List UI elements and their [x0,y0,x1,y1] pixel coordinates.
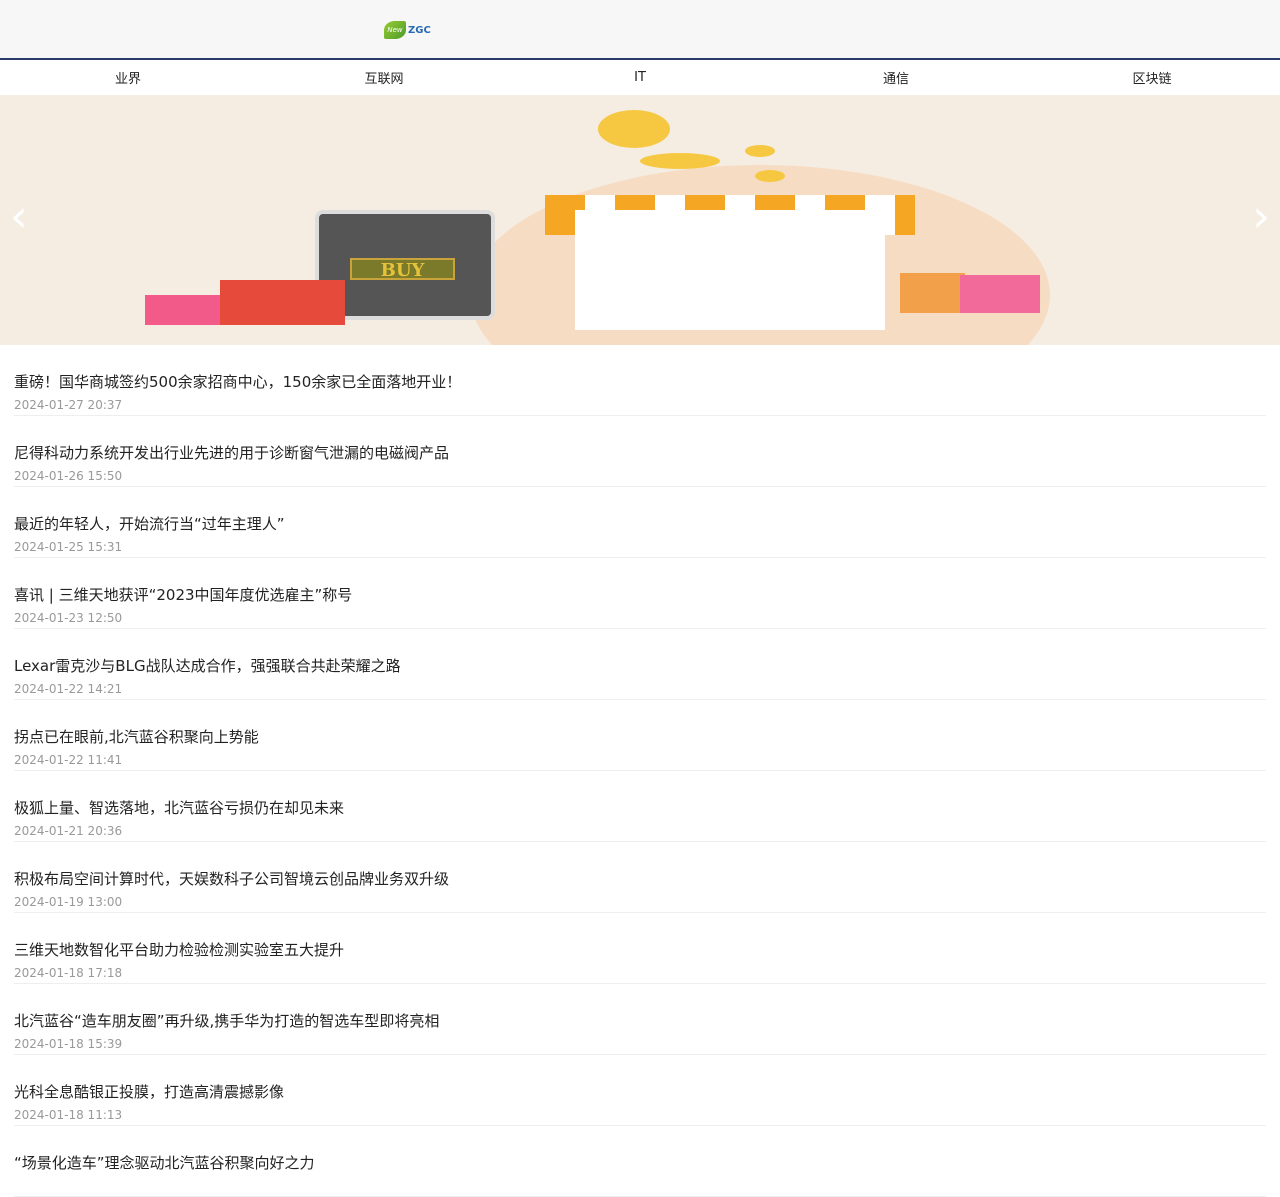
shopping-bag-icon [960,275,1040,313]
article-title[interactable]: Lexar雷克沙与BLG战队达成合作，强强联合共赴荣耀之路 [14,656,1266,676]
article-date: 2024-01-18 17:18 [14,966,123,980]
article-title[interactable]: 尼得科动力系统开发出行业先进的用于诊断窗气泄漏的电磁阀产品 [14,443,1266,463]
nav-item-it[interactable]: IT [512,70,768,85]
article-date: 2024-01-26 15:50 [14,469,123,483]
nav-item-industry[interactable]: 业界 [0,68,256,87]
coin-icon [755,170,785,182]
nav-item-blockchain[interactable]: 区块链 [1024,68,1280,87]
article-date: 2024-01-25 15:31 [14,540,123,554]
article-item[interactable]: 尼得科动力系统开发出行业先进的用于诊断窗气泄漏的电磁阀产品 2024-01-26 … [14,416,1266,487]
coin-icon [640,153,720,169]
article-date: 2024-01-22 14:21 [14,682,123,696]
logo-text: ZGC [408,24,431,36]
article-title[interactable]: 重磅！国华商城签约500余家招商中心，150余家已全面落地开业！ [14,372,1266,392]
article-list: 重磅！国华商城签约500余家招商中心，150余家已全面落地开业！ 2024-01-… [0,345,1280,1197]
nav-item-internet[interactable]: 互联网 [256,68,512,87]
article-date: 2024-01-19 13:00 [14,895,123,909]
logo-leaf-icon: New [384,21,406,39]
category-nav: 业界 互联网 IT 通信 区块链 [0,60,1280,95]
shopping-bag-icon [900,273,965,313]
nav-item-telecom[interactable]: 通信 [768,68,1024,87]
article-title[interactable]: 最近的年轻人，开始流行当“过年主理人” [14,514,1266,534]
article-item[interactable]: Lexar雷克沙与BLG战队达成合作，强强联合共赴荣耀之路 2024-01-22 … [14,629,1266,700]
article-item[interactable]: 最近的年轻人，开始流行当“过年主理人” 2024-01-25 15:31 [14,487,1266,558]
site-logo[interactable]: New ZGC [384,20,452,40]
coin-icon [598,110,670,148]
article-item[interactable]: 北汽蓝谷“造车朋友圈”再升级,携手华为打造的智选车型即将亮相 2024-01-18… [14,984,1266,1055]
article-date: 2024-01-21 20:36 [14,824,123,838]
article-date: 2024-01-18 11:13 [14,1108,123,1122]
article-item[interactable]: 积极布局空间计算时代，天娱数科子公司智境云创品牌业务双升级 2024-01-19 … [14,842,1266,913]
prev-slide-button[interactable]: ‹ [10,195,28,239]
article-item[interactable]: “场景化造车”理念驱动北汽蓝谷积聚向好之力 [14,1126,1266,1197]
banner-carousel[interactable]: BUY ‹ › [0,95,1280,345]
article-title[interactable]: 拐点已在眼前,北汽蓝谷积聚向上势能 [14,727,1266,747]
gift-icon [220,280,345,325]
article-date: 2024-01-18 15:39 [14,1037,123,1051]
article-title[interactable]: 极狐上量、智选落地，北汽蓝谷亏损仍在却见未来 [14,798,1266,818]
article-item[interactable]: 光科全息酷银正投膜，打造高清震撼影像 2024-01-18 11:13 [14,1055,1266,1126]
buy-sign: BUY [350,258,455,281]
article-item[interactable]: 重磅！国华商城签约500余家招商中心，150余家已全面落地开业！ 2024-01-… [14,345,1266,416]
header: New ZGC [0,0,1280,60]
article-item[interactable]: 极狐上量、智选落地，北汽蓝谷亏损仍在却见未来 2024-01-21 20:36 [14,771,1266,842]
article-title[interactable]: 北汽蓝谷“造车朋友圈”再升级,携手华为打造的智选车型即将亮相 [14,1011,1266,1031]
article-date: 2024-01-27 20:37 [14,398,123,412]
article-item[interactable]: 喜讯 | 三维天地获评“2023中国年度优选雇主”称号 2024-01-23 12… [14,558,1266,629]
article-title[interactable]: 三维天地数智化平台助力检验检测实验室五大提升 [14,940,1266,960]
article-title[interactable]: 喜讯 | 三维天地获评“2023中国年度优选雇主”称号 [14,585,1266,605]
article-date: 2024-01-22 11:41 [14,753,123,767]
coin-icon [745,145,775,157]
article-title[interactable]: 光科全息酷银正投膜，打造高清震撼影像 [14,1082,1266,1102]
carousel-indicator[interactable] [672,323,679,330]
article-title[interactable]: 积极布局空间计算时代，天娱数科子公司智境云创品牌业务双升级 [14,869,1266,889]
gift-icon [145,295,225,325]
shop-illustration [575,210,885,330]
next-slide-button[interactable]: › [1252,195,1270,239]
article-date: 2024-01-23 12:50 [14,611,123,625]
article-item[interactable]: 拐点已在眼前,北汽蓝谷积聚向上势能 2024-01-22 11:41 [14,700,1266,771]
article-title[interactable]: “场景化造车”理念驱动北汽蓝谷积聚向好之力 [14,1153,1266,1173]
article-item[interactable]: 三维天地数智化平台助力检验检测实验室五大提升 2024-01-18 17:18 [14,913,1266,984]
